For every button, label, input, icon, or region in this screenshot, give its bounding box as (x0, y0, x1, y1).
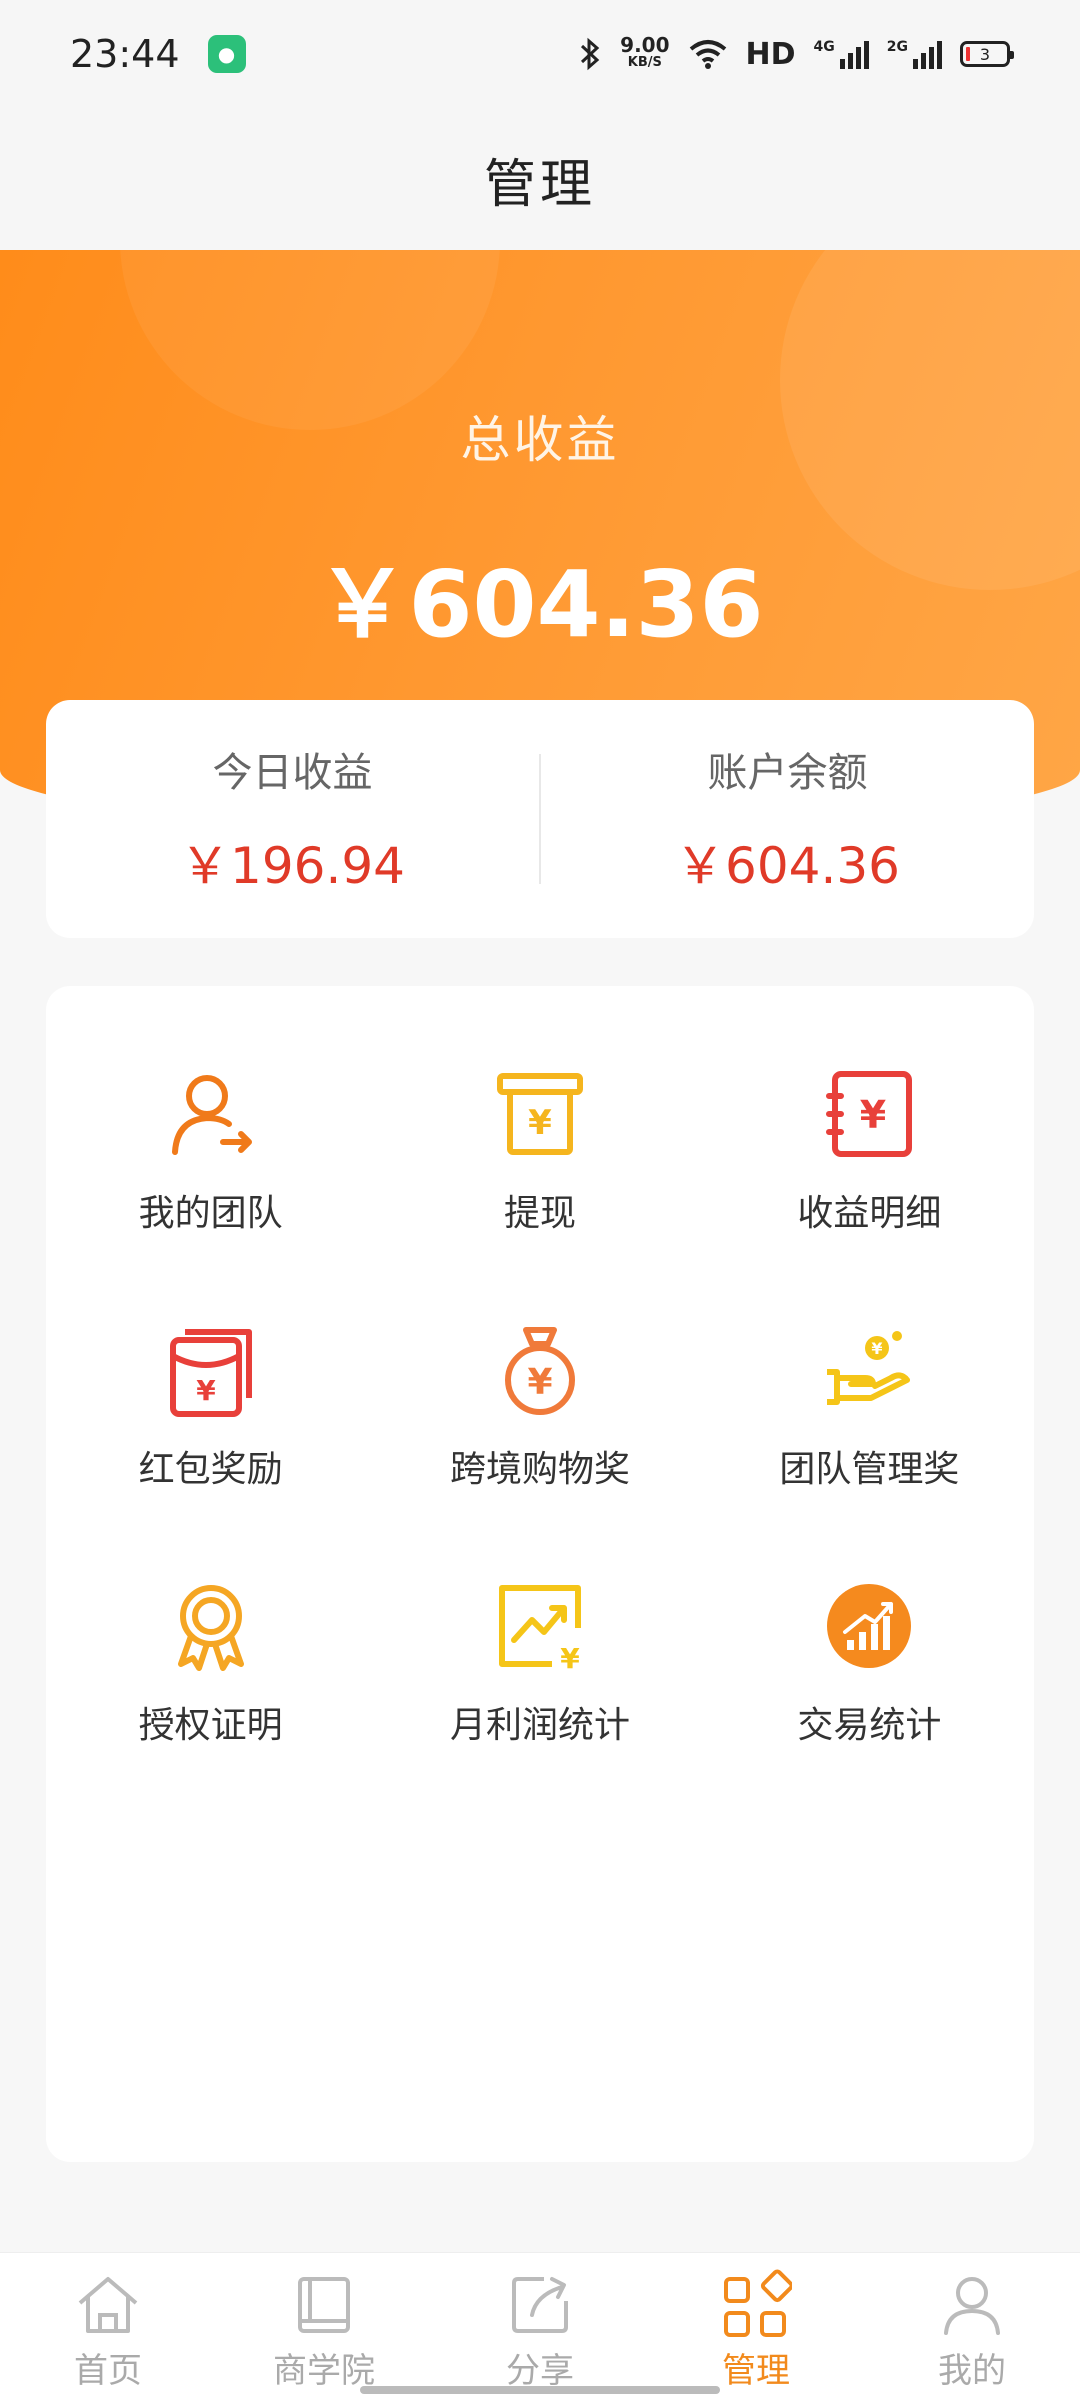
tab-label: 我的 (938, 2351, 1006, 2391)
status-time: 23:44 (70, 32, 180, 76)
profit-chart-icon: ¥ (498, 1585, 581, 1674)
account-balance-value: ￥604.36 (675, 837, 900, 895)
account-balance[interactable]: 账户余额 ￥604.36 (541, 740, 1034, 898)
trade-stats-icon (827, 1584, 912, 1668)
share-icon (512, 2277, 568, 2333)
nav-bar: 管理 (0, 108, 1080, 250)
tab-business-school[interactable]: 商学院 (216, 2253, 432, 2400)
home-indicator[interactable] (360, 2386, 720, 2394)
grid-item-label: 月利润统计 (449, 1705, 630, 1746)
grid-item-withdraw[interactable]: ¥ 提现 (375, 1066, 704, 1236)
grid-item-earnings-detail[interactable]: ¥ 收益明细 (705, 1066, 1034, 1236)
svg-text:¥: ¥ (872, 1339, 883, 1358)
svg-text:¥: ¥ (528, 1103, 552, 1143)
total-earnings-value: ￥604.36 (316, 551, 764, 658)
tab-share[interactable]: 分享 (432, 2253, 648, 2400)
grid-item-label: 交易统计 (797, 1705, 942, 1746)
battery-level: 3 (979, 44, 991, 64)
grid-item-label: 跨境购物奖 (449, 1449, 630, 1490)
grid-item-trade-stats[interactable]: 交易统计 (705, 1578, 1034, 1748)
bluetooth-icon (581, 37, 600, 71)
total-earnings-label: 总收益 (460, 411, 620, 469)
grid-item-team-management-award[interactable]: ¥ 团队管理奖 (705, 1322, 1034, 1492)
net-speed: 9.00 KB/S (620, 33, 670, 72)
signal-2g-icon: 2G (887, 39, 942, 69)
grid-item-cross-border-shopping[interactable]: ¥ 跨境购物奖 (375, 1322, 704, 1492)
grid-item-label: 红包奖励 (138, 1449, 283, 1490)
grid-item-label: 收益明细 (797, 1193, 942, 1234)
wifi-icon (689, 40, 726, 69)
account-balance-label: 账户余额 (707, 750, 868, 796)
status-icons: 9.00 KB/S HD 4G 2G 3 (578, 33, 1014, 72)
svg-text:¥: ¥ (527, 1362, 552, 1403)
signal-2g-label: 2G (886, 39, 908, 55)
function-grid-card: 我的团队 ¥ 提现 ¥ 收益明细 ¥ 红包奖励 ¥ 跨境购物奖 ¥ 团队管理奖 … (46, 986, 1034, 2162)
tab-label: 首页 (74, 2351, 142, 2391)
team-icon (171, 1075, 252, 1155)
svg-text:¥: ¥ (560, 1642, 580, 1674)
svg-text:¥: ¥ (196, 1374, 216, 1407)
hand-coin-icon: ¥ (827, 1331, 911, 1405)
net-speed-value: 9.00 (620, 33, 670, 57)
tab-label: 商学院 (273, 2351, 375, 2391)
home-icon (78, 2277, 138, 2333)
tab-label: 管理 (722, 2351, 790, 2391)
award-ribbon-icon (177, 1585, 244, 1671)
earnings-detail-icon: ¥ (826, 1071, 913, 1157)
book-icon (298, 2277, 350, 2333)
signal-4g-label: 4G (813, 39, 835, 55)
hd-indicator: HD (745, 36, 796, 72)
grid-item-label: 授权证明 (138, 1705, 283, 1746)
signal-4g-icon: 4G (814, 39, 869, 69)
withdraw-icon: ¥ (496, 1073, 583, 1155)
grid-item-label: 团队管理奖 (779, 1449, 960, 1490)
earnings-summary-card: 今日收益 ￥196.94 账户余额 ￥604.36 (46, 700, 1034, 938)
money-bag-icon: ¥ (504, 1327, 575, 1415)
user-icon (944, 2277, 1000, 2335)
today-earnings-value: ￥196.94 (180, 837, 405, 895)
tab-home[interactable]: 首页 (0, 2253, 216, 2400)
manage-icon (724, 2269, 792, 2337)
page-title: 管理 (483, 154, 596, 215)
tab-mine[interactable]: 我的 (864, 2253, 1080, 2400)
grid-item-authorization-proof[interactable]: 授权证明 (46, 1578, 375, 1748)
today-earnings[interactable]: 今日收益 ￥196.94 (46, 740, 539, 898)
tab-manage[interactable]: 管理 (648, 2253, 864, 2400)
today-earnings-label: 今日收益 (212, 750, 373, 796)
function-grid: 我的团队 ¥ 提现 ¥ 收益明细 ¥ 红包奖励 ¥ 跨境购物奖 ¥ 团队管理奖 … (46, 1066, 1034, 1748)
status-bar: 23:44 ● 9.00 KB/S HD 4G 2G 3 (0, 0, 1080, 108)
red-envelope-icon: ¥ (169, 1329, 252, 1417)
bottom-tab-bar: 首页 商学院 分享 管理 我的 (0, 2252, 1080, 2400)
grid-item-label: 我的团队 (138, 1193, 283, 1234)
battery-icon: 3 (960, 41, 1014, 67)
grid-item-my-team[interactable]: 我的团队 (46, 1066, 375, 1236)
grid-item-label: 提现 (503, 1193, 576, 1234)
grid-item-monthly-profit[interactable]: ¥ 月利润统计 (375, 1578, 704, 1748)
tab-label: 分享 (506, 2351, 574, 2391)
grid-item-red-envelope[interactable]: ¥ 红包奖励 (46, 1322, 375, 1492)
notification-app-icon: ● (207, 35, 246, 73)
svg-text:¥: ¥ (860, 1093, 886, 1137)
